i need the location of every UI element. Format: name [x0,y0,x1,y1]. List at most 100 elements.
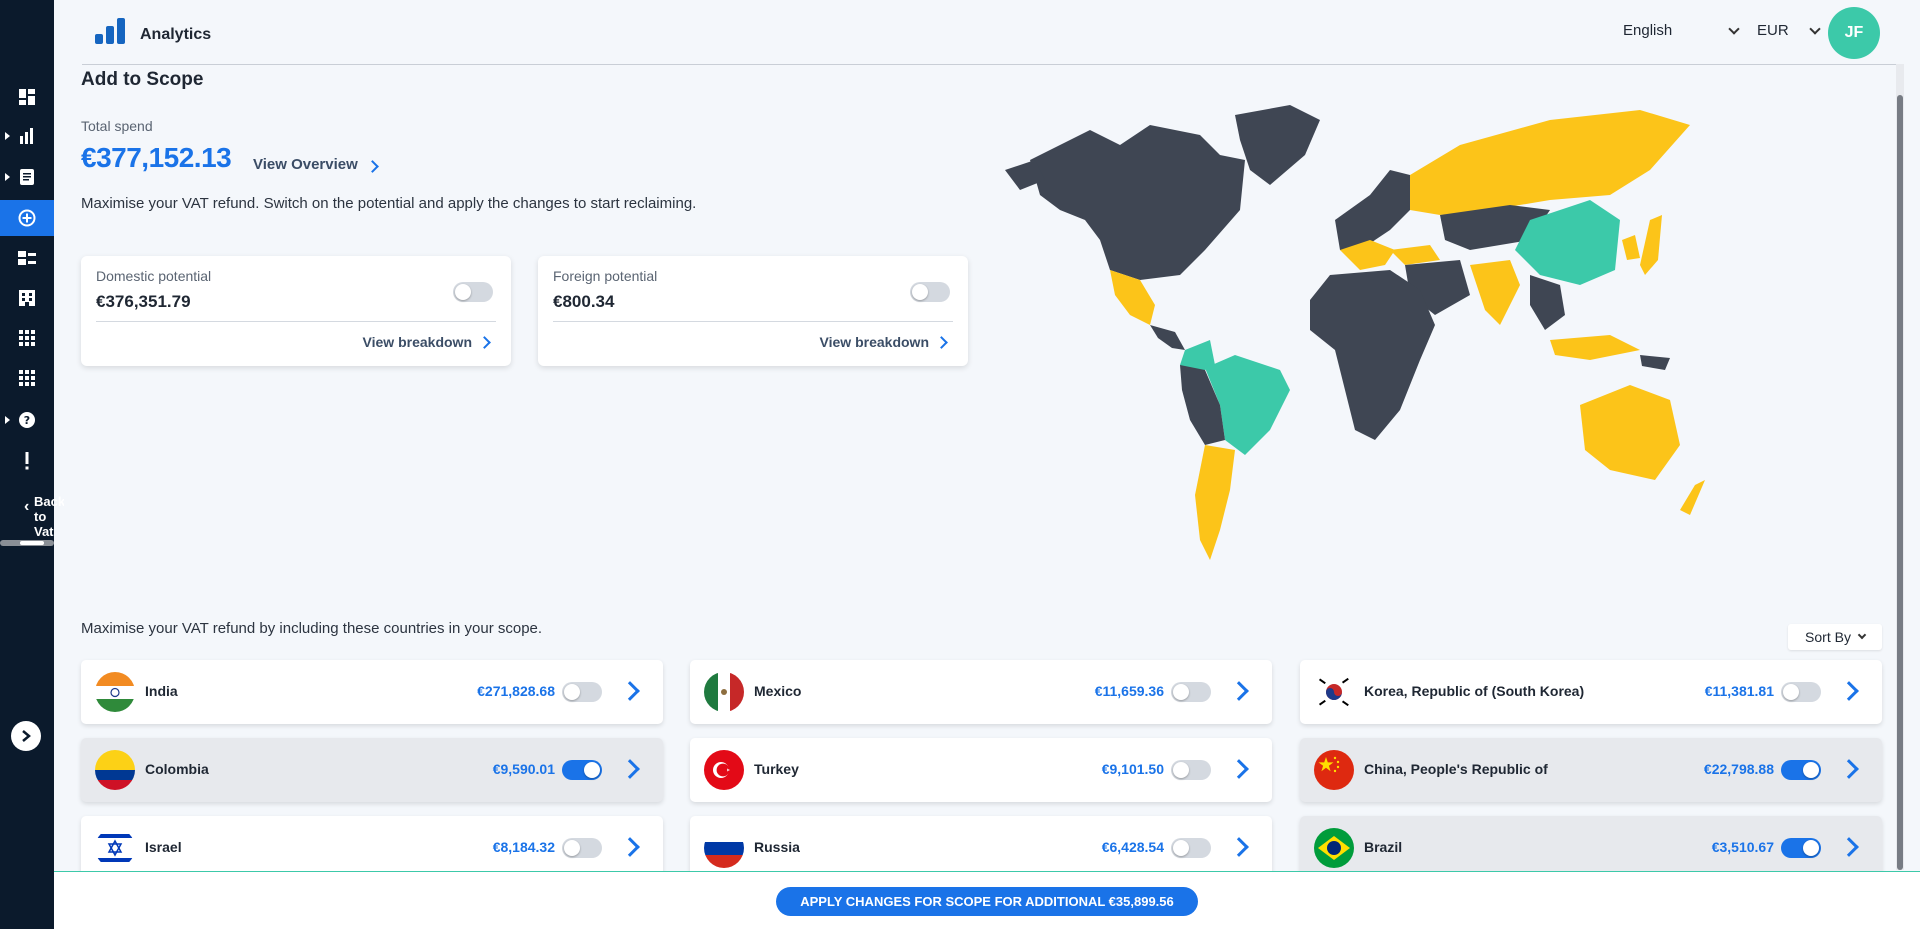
svg-text:?: ? [24,414,30,427]
country-toggle-india[interactable] [562,682,602,702]
foreign-potential-card: Foreign potential €800.34 View breakdown [538,256,968,366]
map-russia [1410,110,1690,215]
country-amount: €271,828.68 [477,683,555,699]
map-indonesia [1550,335,1640,360]
chevron-right-icon[interactable] [1229,837,1249,857]
foreign-potential-label: Foreign potential [553,268,658,284]
bar-chart-icon [20,128,33,144]
domestic-view-breakdown-link[interactable]: View breakdown [363,334,491,350]
list-icon [18,251,36,265]
sidebar-item-suppliers[interactable] [0,280,54,316]
main-scrollbar-thumb[interactable] [1897,95,1903,870]
chevron-right-icon[interactable] [1229,681,1249,701]
country-name: Brazil [1364,839,1403,855]
country-name: Russia [754,839,800,855]
sidebar-item-grid[interactable] [0,320,54,356]
chevron-right-icon[interactable] [620,837,640,857]
expand-sidebar-button[interactable] [11,721,41,751]
language-value: English [1623,22,1673,39]
help-icon: ? [19,412,35,428]
mexico-flag-icon [704,672,744,712]
chevron-right-icon [478,335,491,349]
country-card-mexico[interactable]: Mexico €11,659.36 [690,660,1272,724]
colombia-flag-icon [95,750,135,790]
sidebar: ? ‹ Back to Vat [0,0,64,929]
brazil-flag-icon [1314,828,1354,868]
map-australia [1580,385,1680,480]
chevron-right-icon [22,730,31,742]
view-breakdown-label: View breakdown [819,334,929,350]
domestic-potential-label: Domestic potential [96,268,212,284]
country-name: Mexico [754,683,802,699]
chevron-right-icon[interactable] [620,759,640,779]
sidebar-item-alerts[interactable] [0,443,54,479]
dashboard-icon [19,89,35,105]
country-toggle-israel[interactable] [562,838,602,858]
country-toggle-mexico[interactable] [1171,682,1211,702]
country-toggle-china[interactable] [1781,760,1821,780]
country-amount: €22,798.88 [1703,761,1774,777]
map-central-america [1150,325,1185,350]
view-overview-link[interactable]: View Overview [253,156,379,173]
apply-changes-button[interactable]: APPLY CHANGES FOR SCOPE FOR ADDITIONAL €… [776,887,1198,916]
country-card-south-korea[interactable]: Korea, Republic of (South Korea) €11,381… [1300,660,1882,724]
country-toggle-south-korea[interactable] [1781,682,1821,702]
sidebar-item-grid-alt[interactable] [0,360,54,396]
domestic-potential-toggle[interactable] [453,282,493,302]
country-amount: €6,428.54 [1101,839,1164,855]
country-toggle-brazil[interactable] [1781,838,1821,858]
chevron-right-icon[interactable] [1229,759,1249,779]
world-map[interactable] [990,100,1880,600]
page-title: Add to Scope [81,69,204,90]
sort-by-select[interactable]: Sort By [1788,624,1882,650]
divider [96,321,496,322]
back-to-vat-link[interactable]: Back to Vat [34,494,64,539]
chevron-right-icon [365,160,379,173]
chevron-right-icon[interactable] [1839,681,1859,701]
map-korea [1622,235,1640,260]
currency-select[interactable]: EUR [1757,22,1821,39]
foreign-potential-toggle[interactable] [910,282,950,302]
foreign-view-breakdown-link[interactable]: View breakdown [819,334,948,350]
intro-text: Maximise your VAT refund. Switch on the … [81,195,697,212]
russia-flag-icon [704,828,744,868]
chevron-right-icon[interactable] [1839,837,1859,857]
sidebar-scrollbar-thumb[interactable] [20,541,44,545]
countries-intro: Maximise your VAT refund by including th… [81,620,543,637]
country-name: Israel [145,839,182,855]
sidebar-item-dashboard[interactable] [0,79,54,115]
map-southeast-asia [1530,275,1565,330]
map-africa [1310,270,1435,440]
sidebar-item-documents[interactable] [0,159,54,195]
language-select[interactable]: English [1623,22,1740,39]
country-card-china[interactable]: China, People's Republic of €22,798.88 [1300,738,1882,802]
alert-icon [25,452,29,470]
country-card-turkey[interactable]: Turkey €9,101.50 [690,738,1272,802]
analytics-logo-icon [95,18,125,44]
map-north-america [1030,125,1245,280]
user-avatar[interactable]: JF [1828,7,1880,59]
country-toggle-turkey[interactable] [1171,760,1211,780]
country-card-india[interactable]: India €271,828.68 [81,660,663,724]
currency-value: EUR [1757,22,1789,39]
country-name: Colombia [145,761,209,777]
chevron-down-icon [1728,22,1740,35]
country-amount: €11,659.36 [1094,683,1164,699]
map-greenland [1235,105,1320,185]
document-icon [20,169,34,185]
country-card-colombia[interactable]: Colombia €9,590.01 [81,738,663,802]
foreign-potential-value: €800.34 [553,292,615,311]
chevron-right-icon[interactable] [620,681,640,701]
grid-icon [19,330,35,346]
sidebar-item-help[interactable]: ? [0,402,54,438]
country-toggle-colombia[interactable] [562,760,602,780]
sidebar-item-list[interactable] [0,240,54,276]
sidebar-item-add-to-scope[interactable] [0,200,54,236]
map-argentina-chile [1195,445,1235,560]
chevron-right-icon[interactable] [1839,759,1859,779]
india-flag-icon [95,672,135,712]
sidebar-item-reports[interactable] [0,118,54,154]
country-toggle-russia[interactable] [1171,838,1211,858]
map-japan [1640,215,1662,275]
back-chevron-icon: ‹ [24,498,30,515]
